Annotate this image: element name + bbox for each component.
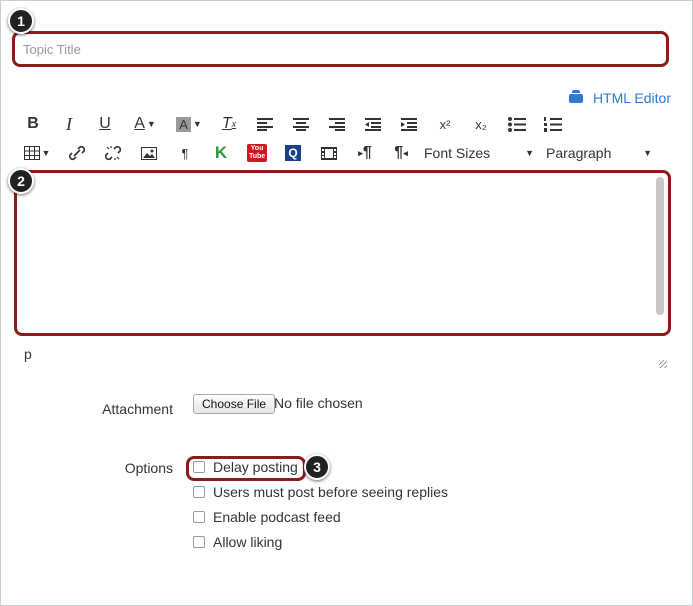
delay-posting-checkbox[interactable] <box>193 461 205 473</box>
subscript-button[interactable]: x₂ <box>468 113 494 135</box>
table-button[interactable]: ▼ <box>20 142 54 164</box>
caret-icon: ▼ <box>643 148 652 158</box>
indent-icon <box>401 117 417 131</box>
file-status: No file chosen <box>274 395 363 411</box>
background-color-button[interactable]: A ▼ <box>172 113 206 135</box>
numbered-list-icon <box>544 116 562 132</box>
outdent-button[interactable] <box>360 113 386 135</box>
rtl-icon: ¶ <box>394 144 404 161</box>
toolbar-row-2: ▼ ¶ K You Tube Q ▸ ¶ ¶ ◂ Font Sizes ▼ Para… <box>20 142 652 164</box>
font-sizes-label: Font Sizes <box>424 145 491 161</box>
media-button[interactable] <box>316 142 342 164</box>
table-icon <box>23 146 40 160</box>
podcast-feed-label: Enable podcast feed <box>213 509 341 525</box>
option-require-initial-post[interactable]: Users must post before seeing replies <box>193 484 448 500</box>
link-icon <box>69 145 85 161</box>
rich-text-editor[interactable] <box>14 170 671 336</box>
toolbar-row-1: B I U A ▼ A ▼ Tx x² x₂ <box>20 113 576 135</box>
film-icon <box>321 146 337 160</box>
require-initial-post-checkbox[interactable] <box>193 486 205 498</box>
options-label: Options <box>124 460 173 476</box>
allow-liking-label: Allow liking <box>213 534 283 550</box>
youtube-button[interactable]: You Tube <box>244 142 270 164</box>
underline-button[interactable]: U <box>92 113 118 135</box>
unlink-icon <box>105 145 121 161</box>
element-path: p <box>24 346 32 362</box>
clear-formatting-icon: T <box>221 115 232 132</box>
caret-icon: ▼ <box>192 119 202 129</box>
html-editor-link[interactable]: HTML Editor <box>568 89 671 106</box>
delay-posting-label: Delay posting <box>213 459 298 475</box>
numbered-list-button[interactable] <box>540 113 566 135</box>
x-icon: x <box>231 119 237 129</box>
resize-handle-icon[interactable] <box>659 360 667 368</box>
bold-icon: B <box>27 115 39 132</box>
rtl-button[interactable]: ¶ ◂ <box>388 142 414 164</box>
caret-icon: ▼ <box>146 119 156 129</box>
align-right-icon <box>329 117 345 131</box>
option-allow-liking[interactable]: Allow liking <box>193 534 282 550</box>
kaltura-button[interactable]: K <box>208 142 234 164</box>
step-marker-3: 3 <box>304 454 330 480</box>
quizlet-button[interactable]: Q <box>280 142 306 164</box>
text-color-icon: A <box>134 115 145 132</box>
align-right-button[interactable] <box>324 113 350 135</box>
caret-icon: ▼ <box>525 148 534 158</box>
bullet-list-button[interactable] <box>504 113 530 135</box>
option-delay-posting[interactable]: Delay posting <box>193 459 298 475</box>
align-center-icon <box>293 117 309 131</box>
superscript-button[interactable]: x² <box>432 113 458 135</box>
image-button[interactable] <box>136 142 162 164</box>
ltr-icon: ¶ <box>362 144 372 161</box>
ltr-button[interactable]: ▸ ¶ <box>352 142 378 164</box>
editor-scrollbar[interactable] <box>656 177 664 315</box>
option-podcast-feed[interactable]: Enable podcast feed <box>193 509 341 525</box>
topic-title-input[interactable] <box>12 31 669 67</box>
link-button[interactable] <box>64 142 90 164</box>
italic-icon: I <box>66 113 72 134</box>
text-color-button[interactable]: A ▼ <box>128 113 162 135</box>
arrow-left-icon: ◂ <box>403 147 408 158</box>
italic-button[interactable]: I <box>56 113 82 135</box>
superscript-icon: x² <box>439 116 451 132</box>
image-icon <box>141 146 157 160</box>
choose-file-button[interactable]: Choose File <box>193 394 276 414</box>
bullet-list-icon <box>508 116 526 132</box>
underline-icon: U <box>99 115 111 132</box>
clear-formatting-button[interactable]: Tx <box>216 113 242 135</box>
step-marker-2: 2 <box>8 168 34 194</box>
html-editor-label: HTML Editor <box>592 90 671 106</box>
kaltura-icon: K <box>214 143 228 162</box>
youtube-icon: You Tube <box>247 144 267 162</box>
caret-icon: ▼ <box>41 148 51 158</box>
block-format-dropdown[interactable]: Paragraph ▼ <box>546 145 652 161</box>
step-marker-1: 1 <box>8 8 34 34</box>
outdent-icon <box>365 117 381 131</box>
attachment-label: Attachment <box>102 401 173 417</box>
paragraph-marks-button[interactable]: ¶ <box>172 142 198 164</box>
paragraph-mark-icon: ¶ <box>181 145 189 161</box>
background-color-icon: A <box>176 116 191 132</box>
indent-button[interactable] <box>396 113 422 135</box>
allow-liking-checkbox[interactable] <box>193 536 205 548</box>
align-left-button[interactable] <box>252 113 278 135</box>
block-format-label: Paragraph <box>546 145 612 161</box>
quizlet-icon: Q <box>285 145 301 161</box>
require-initial-post-label: Users must post before seeing replies <box>213 484 448 500</box>
bold-button[interactable]: B <box>20 113 46 135</box>
align-left-icon <box>257 117 273 131</box>
subscript-icon: x₂ <box>475 116 487 132</box>
unlink-button[interactable] <box>100 142 126 164</box>
font-sizes-dropdown[interactable]: Font Sizes ▼ <box>424 145 534 161</box>
keyboard-icon <box>568 89 583 103</box>
align-center-button[interactable] <box>288 113 314 135</box>
podcast-feed-checkbox[interactable] <box>193 511 205 523</box>
